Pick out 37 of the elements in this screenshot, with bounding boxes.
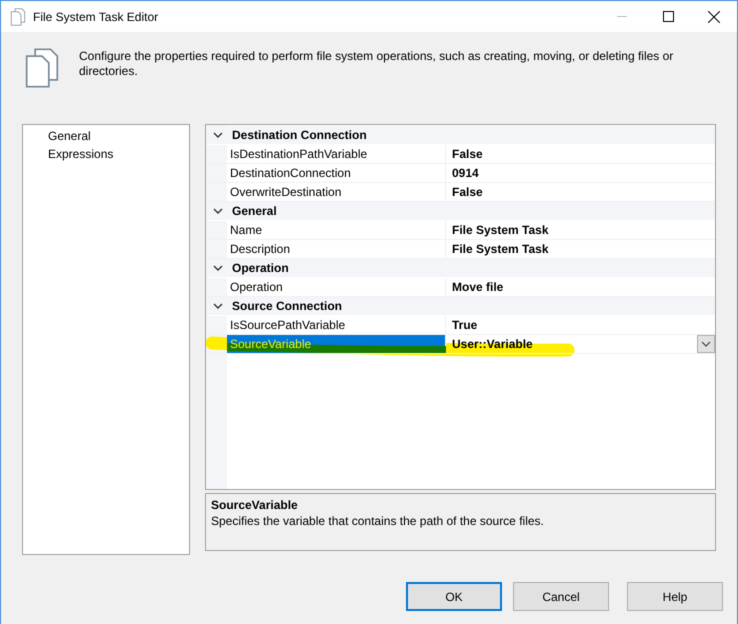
property-value: File System Task — [452, 242, 548, 256]
property-value: False — [452, 185, 483, 199]
property-value: True — [452, 318, 478, 332]
chevron-icon[interactable] — [212, 130, 224, 140]
property-name[interactable]: Description — [227, 240, 446, 258]
property-value: Move file — [452, 280, 504, 294]
chevron-icon[interactable] — [212, 206, 224, 216]
chevron-icon[interactable] — [212, 301, 224, 311]
property-name[interactable]: IsSourcePathVariable — [227, 316, 446, 334]
property-value: False — [452, 147, 483, 161]
property-value: 0914 — [452, 166, 479, 180]
dialog-button[interactable]: Cancel — [513, 582, 609, 611]
property-name[interactable]: DestinationConnection — [227, 164, 446, 182]
category-label: Destination Connection — [232, 128, 367, 142]
category-label: Operation — [232, 261, 289, 275]
property-value: File System Task — [452, 223, 548, 237]
description-text: Specifies the variable that contains the path of the source files. — [211, 514, 545, 528]
property-name[interactable]: IsDestinationPathVariable — [227, 145, 446, 163]
category-label: General — [232, 204, 277, 218]
category-label: Source Connection — [232, 299, 342, 313]
caret-icon — [701, 341, 711, 347]
property-name[interactable]: Name — [227, 221, 446, 239]
chevron-icon[interactable] — [212, 263, 224, 273]
window-title: File System Task Editor — [33, 10, 158, 24]
page-list-item[interactable]: Expressions — [48, 145, 189, 163]
maximize-icon[interactable] — [662, 11, 674, 22]
documents-icon — [25, 46, 59, 90]
dialog-button[interactable]: Help — [627, 582, 723, 611]
close-icon[interactable] — [708, 10, 720, 22]
property-name[interactable]: OverwriteDestination — [227, 183, 446, 201]
description-title: SourceVariable — [211, 497, 299, 514]
document-icon — [10, 8, 26, 26]
property-name[interactable]: Operation — [227, 278, 446, 296]
dropdown-button[interactable] — [697, 335, 715, 353]
header-description: Configure the properties required to perform file system operations, such as creating, moving, or deleting files or directories. — [79, 49, 674, 79]
page-list-item[interactable]: General — [48, 127, 189, 145]
dialog-button[interactable]: OK — [406, 582, 502, 611]
